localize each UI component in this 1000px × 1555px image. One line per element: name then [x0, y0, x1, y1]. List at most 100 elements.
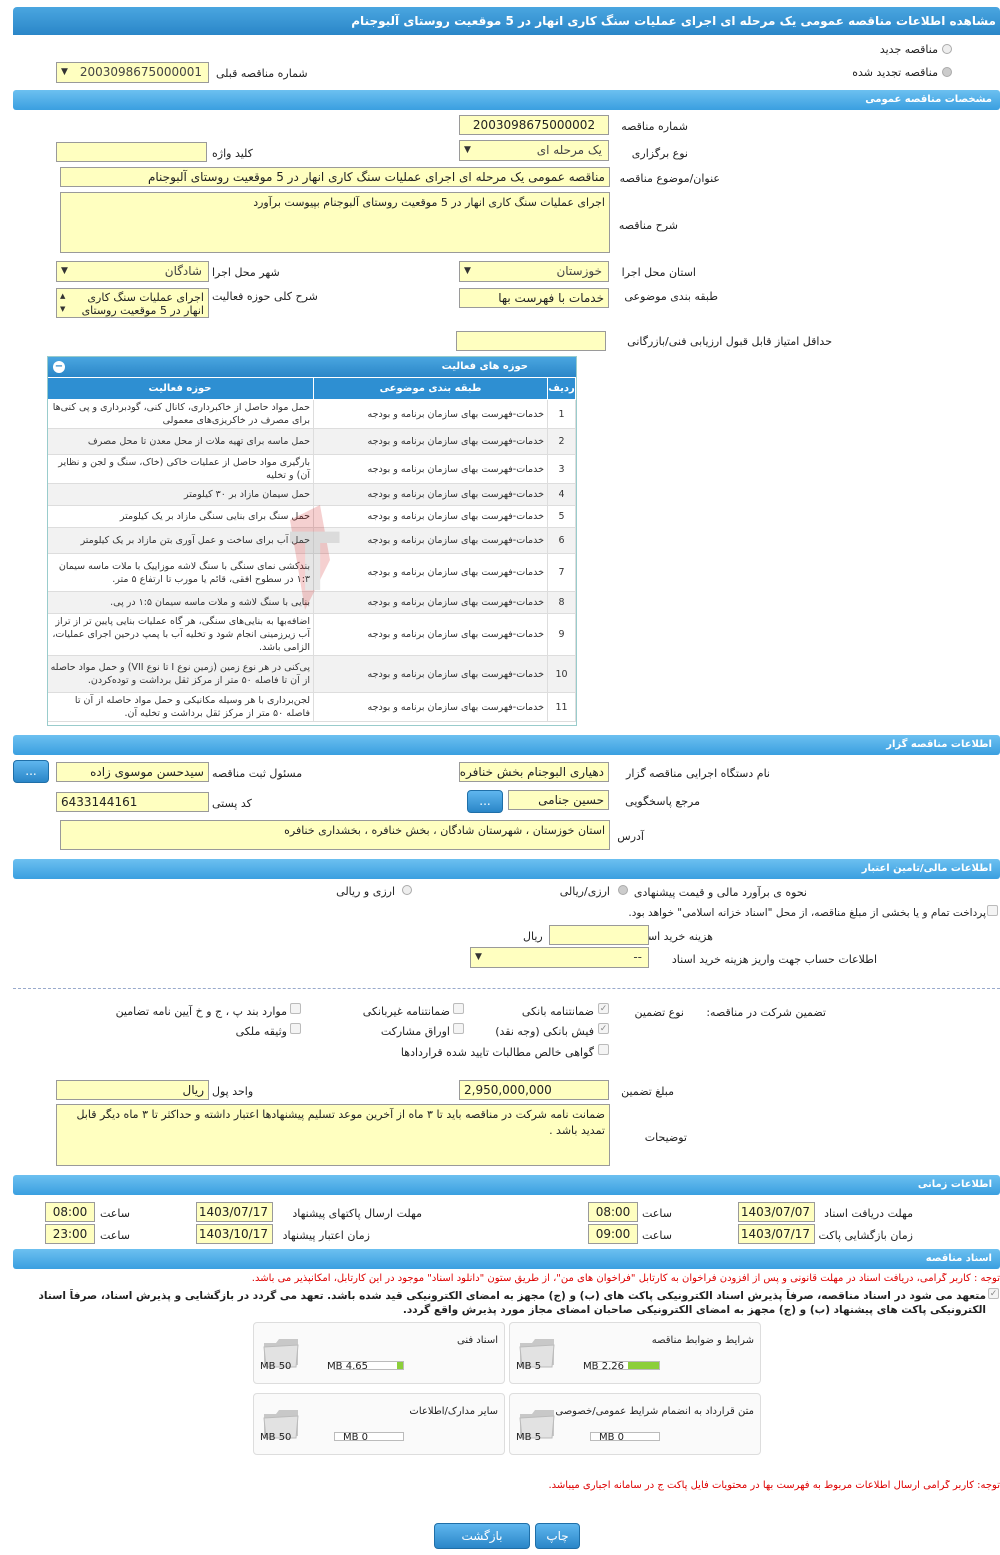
- amount-field[interactable]: 2,950,000,000: [459, 1080, 609, 1100]
- file-max: 50 MB: [260, 1432, 292, 1443]
- g-bonds-checkbox[interactable]: [453, 1023, 464, 1034]
- g-cash-checkbox[interactable]: ✓: [598, 1023, 609, 1034]
- desc-label: شرح مناقصه: [618, 219, 678, 232]
- chevron-down-icon: ▼: [464, 145, 471, 155]
- receive-time[interactable]: 08:00: [588, 1202, 638, 1222]
- collapse-icon[interactable]: −: [53, 361, 65, 373]
- min-score-field[interactable]: [456, 331, 606, 351]
- doc-fee-currency: ریال: [523, 930, 543, 943]
- file-card[interactable]: شرایط و ضوابط مناقصه 5 MB 2.26 MB: [509, 1322, 761, 1384]
- row-field: پی‌کنی در هر نوع زمین (زمین نوع I تا نوع…: [48, 655, 314, 693]
- open-label: زمان بازگشایی پاکت ها: [805, 1229, 913, 1242]
- ref-lookup-button[interactable]: ...: [467, 790, 503, 813]
- org-field[interactable]: دهیاری البوجنام بخش خنافره: [459, 762, 609, 782]
- file-card[interactable]: اسناد فنی 50 MB 4.65 MB: [253, 1322, 505, 1384]
- notes-field[interactable]: ضمانت نامه شرکت در مناقصه باید تا ۳ ماه …: [56, 1104, 610, 1166]
- estimate-opt1-radio[interactable]: [618, 885, 628, 895]
- chevron-down-icon: ▼: [61, 266, 68, 276]
- g-claims-label: گواهی خالص مطالبات تایید شده قراردادها: [400, 1046, 594, 1059]
- back-button[interactable]: بازگشت: [434, 1523, 530, 1549]
- commit-checkbox[interactable]: ✓: [988, 1288, 999, 1299]
- watermark-logo: AriaTender.neT: [290, 505, 340, 610]
- g-clauses-checkbox[interactable]: [290, 1003, 301, 1014]
- row-number: 11: [547, 692, 576, 722]
- row-field: بارگیری مواد حاصل از عملیات خاکی (خاک، س…: [48, 454, 314, 484]
- chevron-down-icon: ▼: [464, 266, 471, 276]
- desc-field[interactable]: اجرای عملیات سنگ کاری انهار در 5 موقعیت …: [60, 192, 610, 253]
- finance-section-header: اطلاعات مالی/تامین اعتبار: [13, 859, 1000, 879]
- open-date[interactable]: 1403/07/17: [738, 1224, 815, 1244]
- new-tender-radio[interactable]: [942, 44, 952, 54]
- city-select[interactable]: ▼ شادگان: [56, 261, 209, 282]
- treasury-label: پرداخت تمام و یا بخشی از مبلغ مناقصه، از…: [628, 907, 986, 919]
- chevron-down-icon: ▼: [475, 952, 482, 962]
- valid-time[interactable]: 23:00: [45, 1224, 95, 1244]
- row-field: لجن‌برداری با هر وسیله مکانیکی و حمل موا…: [48, 692, 314, 722]
- estimate-opt2-radio[interactable]: [402, 885, 412, 895]
- tender-number-field[interactable]: 2003098675000002: [459, 115, 609, 135]
- min-score-label: حداقل امتیاز قابل قبول ارزیابی فنی/بازرگ…: [627, 335, 832, 348]
- province-label: استان محل اجرا: [621, 266, 696, 279]
- city-value: شادگان: [164, 264, 202, 278]
- renewed-tender-label: مناقصه تجدید شده: [852, 66, 938, 79]
- treasury-checkbox[interactable]: [987, 905, 998, 916]
- addr-label: آدرس: [617, 830, 644, 843]
- renewed-tender-radio[interactable]: [942, 67, 952, 77]
- send-date[interactable]: 1403/07/17: [196, 1202, 273, 1222]
- file-max: 5 MB: [516, 1432, 542, 1443]
- unit-field[interactable]: ریال: [56, 1080, 209, 1100]
- row-field: حمل آب برای ساخت و عمل آوری بتن مازاد بر…: [48, 527, 314, 554]
- keyword-field[interactable]: [56, 142, 207, 162]
- file-card[interactable]: متن قرارداد به انضمام شرایط عمومی/خصوصی 5…: [509, 1393, 761, 1455]
- g-nonbank-label: ضمانتنامه غیربانکی: [362, 1005, 450, 1018]
- file-size: 0 MB: [598, 1432, 624, 1443]
- row-field: بندکشی نمای سنگی با سنگ لاشه موزاییک با …: [48, 553, 314, 592]
- send-time[interactable]: 08:00: [45, 1202, 95, 1222]
- activities-header: حوزه های فعالیت −: [48, 357, 576, 377]
- open-time[interactable]: 09:00: [588, 1224, 638, 1244]
- send-label: مهلت ارسال پاکتهای پیشنهاد: [292, 1207, 422, 1220]
- ref-field[interactable]: حسین جنامی: [508, 790, 609, 810]
- notes-label: توضیحات: [644, 1131, 687, 1144]
- account-select[interactable]: ▼ --: [470, 947, 649, 968]
- province-select[interactable]: ▼ خوزستان: [459, 261, 609, 282]
- reg-field[interactable]: سیدحسن موسوی زاده: [56, 762, 209, 782]
- table-row: 10 خدمات-فهرست بهای سازمان برنامه و بودجه…: [48, 655, 576, 693]
- subject-field[interactable]: مناقصه عمومی یک مرحله ای اجرای عملیات سن…: [60, 167, 610, 187]
- activity-field[interactable]: اجرای عملیات سنگ کاری انهار در 5 موقعیت …: [56, 288, 209, 318]
- file-card[interactable]: سایر مدارک/اطلاعات 50 MB 0 MB: [253, 1393, 505, 1455]
- g-nonbank-checkbox[interactable]: [453, 1003, 464, 1014]
- docs-note-2: متعهد می شود در اسناد مناقصه، صرفاً پذیر…: [38, 1290, 986, 1316]
- account-label: اطلاعات حساب جهت واریز هزینه خرید اسناد: [671, 953, 877, 966]
- type-select[interactable]: ▼ یک مرحله ای: [459, 140, 609, 161]
- g-claims-checkbox[interactable]: [598, 1044, 609, 1055]
- row-field: بنایی با سنگ لاشه و ملات ماسه سیمان ۱:۵ …: [48, 591, 314, 614]
- valid-date[interactable]: 1403/10/17: [196, 1224, 273, 1244]
- docs-note-3: توجه: کاربر گرامی ارسال اطلاعات مربوط به…: [548, 1480, 1000, 1491]
- g-clauses-label: موارد بند پ ، ج و خ آیین نامه تضامین: [115, 1005, 287, 1018]
- print-button[interactable]: چاپ: [535, 1523, 580, 1549]
- organizer-section-header: اطلاعات مناقصه گزار: [13, 735, 1000, 755]
- file-usage-fill: [628, 1362, 659, 1369]
- g-bank-checkbox[interactable]: ✓: [598, 1003, 609, 1014]
- col-category: طبقه بندی موضوعی: [313, 377, 548, 400]
- category-field[interactable]: خدمات با فهرست بها: [459, 288, 609, 308]
- row-field: حمل سنگ برای بنایی سنگی مازاد بر یک کیلو…: [48, 505, 314, 528]
- reg-lookup-button[interactable]: ...: [13, 760, 49, 783]
- activity-scrollbar[interactable]: ▲ ▼: [60, 290, 65, 316]
- prev-number-select[interactable]: ▼ 2003098675000001: [56, 62, 209, 83]
- g-property-checkbox[interactable]: [290, 1023, 301, 1034]
- row-field: حمل سیمان مازاد بر ۳۰ کیلومتر: [48, 483, 314, 506]
- postal-field[interactable]: 6433144161: [56, 792, 209, 812]
- prev-number-value: 2003098675000001: [79, 65, 202, 79]
- row-category: خدمات-فهرست بهای سازمان برنامه و بودجه: [313, 454, 548, 484]
- receive-date[interactable]: 1403/07/07: [738, 1202, 815, 1222]
- file-name: اسناد فنی: [457, 1335, 498, 1346]
- addr-field[interactable]: استان خوزستان ، شهرستان شادگان ، بخش خنا…: [60, 820, 610, 850]
- receive-label: مهلت دریافت اسناد: [824, 1207, 913, 1220]
- org-label: نام دستگاه اجرایی مناقصه گزار: [626, 767, 770, 780]
- col-row: ردیف: [547, 377, 576, 400]
- reg-label: مسئول ثبت مناقصه: [212, 767, 303, 780]
- valid-label: زمان اعتبار پیشنهاد: [282, 1229, 370, 1242]
- doc-fee-field[interactable]: [549, 925, 649, 945]
